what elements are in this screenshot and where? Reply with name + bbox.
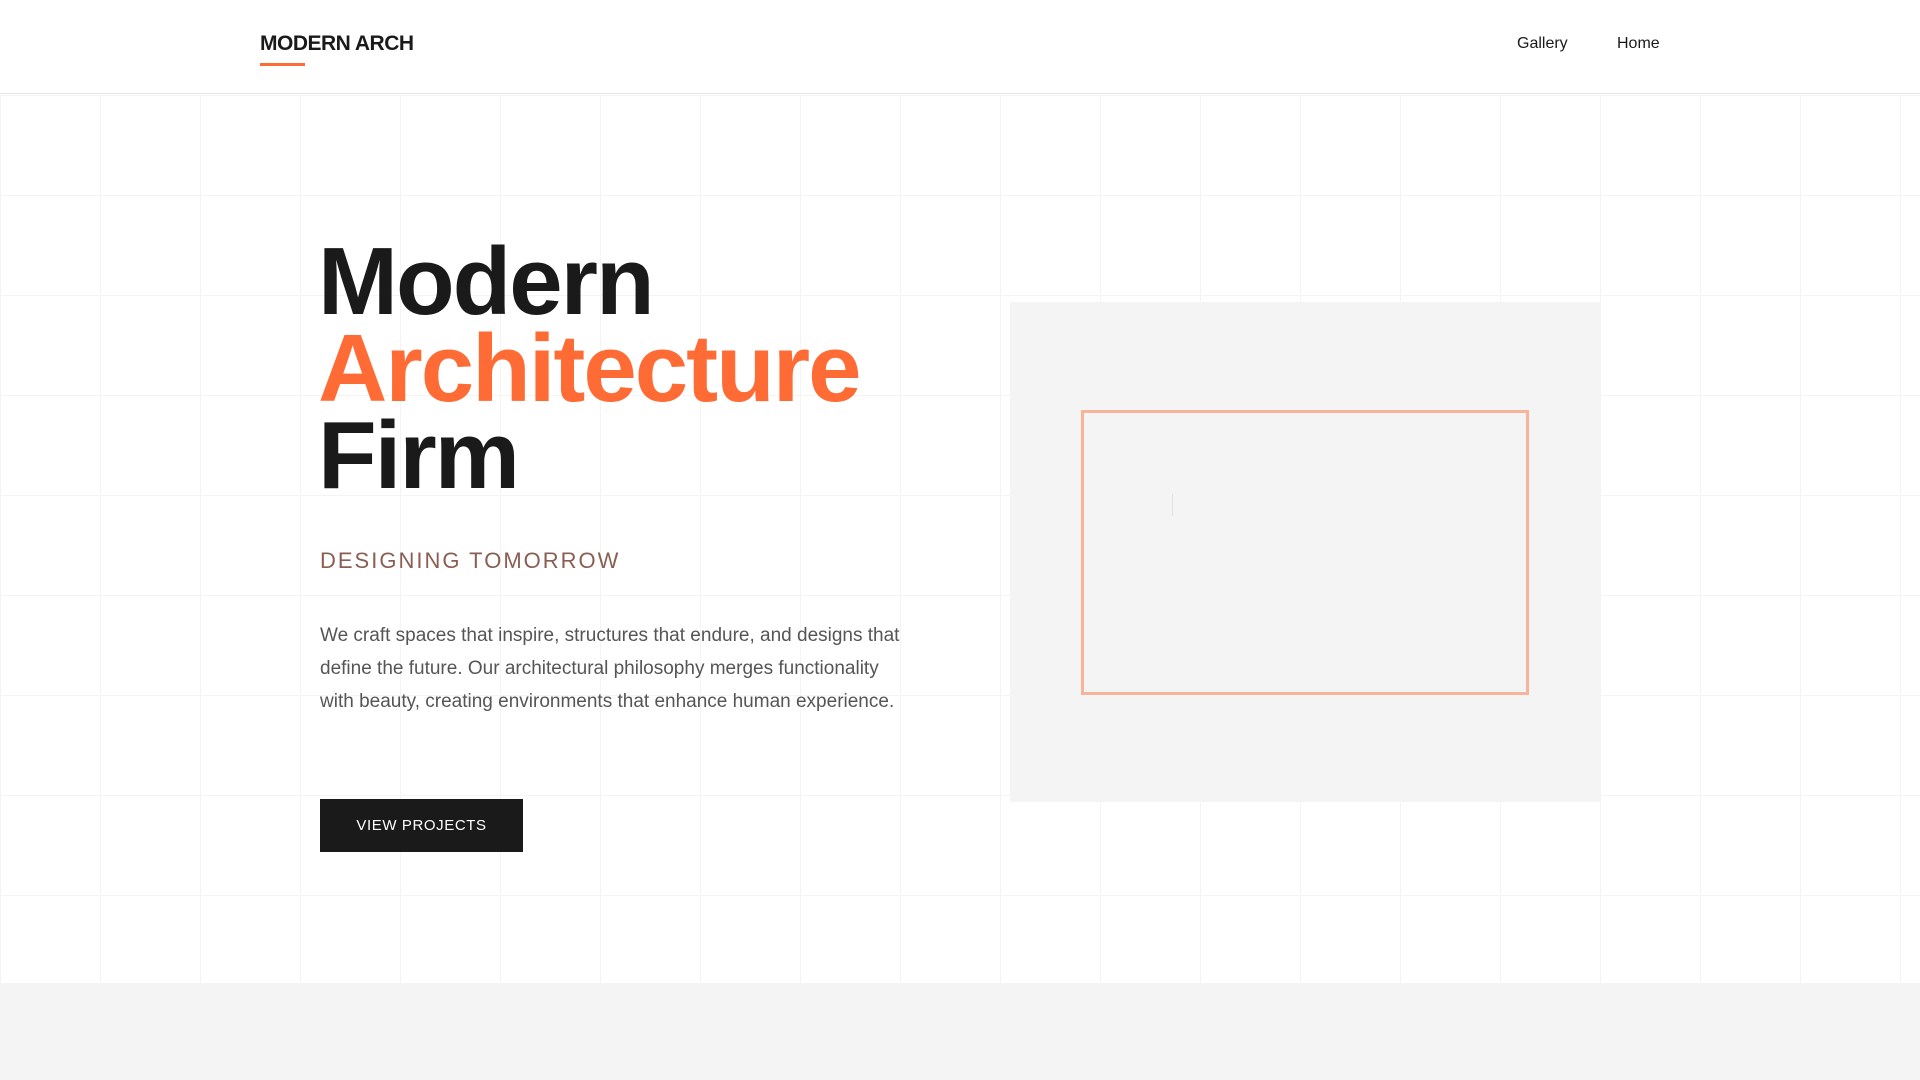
hero-section: [0, 95, 1920, 983]
view-projects-button[interactable]: VIEW PROJECTS: [320, 799, 523, 852]
hero-title-accent: Architecture: [318, 315, 861, 422]
hero-title-line-1: Modern: [318, 228, 655, 335]
hero-visual-panel: [1010, 302, 1600, 802]
top-navbar: MODERN ARCH Gallery Home: [0, 0, 1920, 94]
hero-title: Modern Architecture Firm: [318, 228, 861, 509]
visual-tick-mark: [1172, 494, 1173, 516]
hero-subtitle: DESIGNING TOMORROW: [320, 548, 621, 573]
visual-frame: [1081, 410, 1529, 695]
hero-title-line-3: Firm: [318, 402, 520, 509]
hero-description: We craft spaces that inspire, structures…: [320, 625, 900, 712]
logo-underline: [260, 63, 305, 66]
logo[interactable]: MODERN ARCH: [260, 32, 414, 56]
nav-link-gallery[interactable]: Gallery: [1517, 35, 1568, 53]
nav-link-home[interactable]: Home: [1617, 35, 1660, 53]
next-section: [0, 983, 1920, 1080]
